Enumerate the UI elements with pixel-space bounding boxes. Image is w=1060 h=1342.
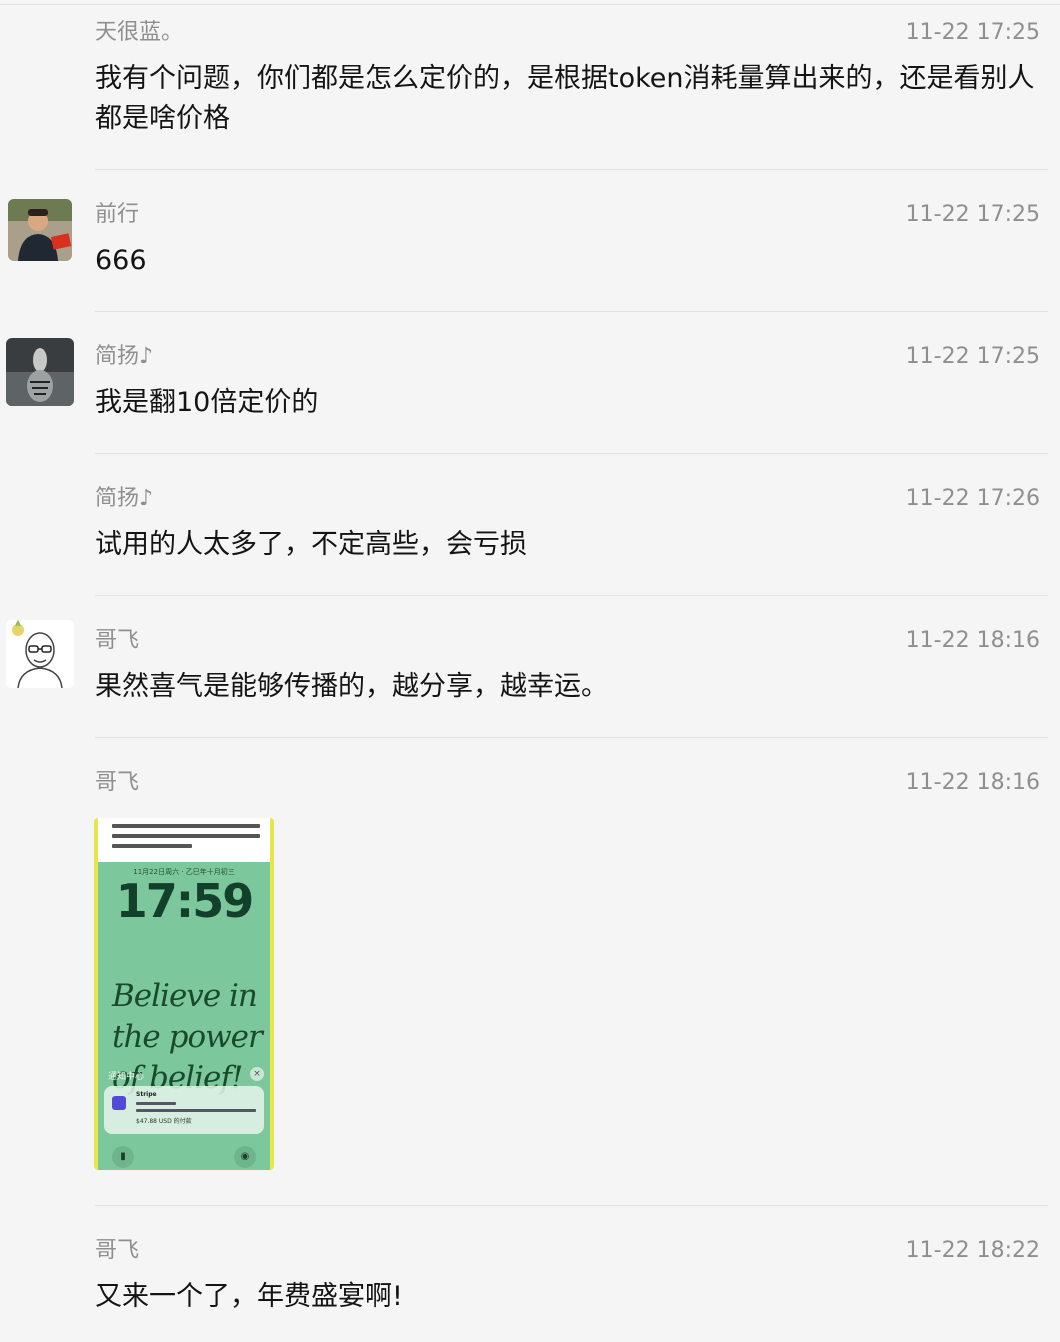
camera-icon: ◉ [234,1146,256,1168]
person-avatar-icon [8,199,72,261]
message-text: 果然喜气是能够传播的，越分享，越幸运。 [95,671,608,702]
bald-man-glasses-avatar-icon [6,620,74,688]
message-text: 666 [95,245,147,276]
message-time: 11-22 17:25 [905,344,1040,369]
message-divider [95,1205,1048,1206]
message-text: 试用的人太多了，不定高些，会亏损 [95,529,527,560]
message-time: 11-22 18:16 [905,628,1040,653]
lockscreen: 11月22日周六 · 乙巳年十月初三 17:59 Believe in the … [98,862,270,1170]
flashlight-icon: ▮ [112,1146,134,1168]
top-divider [0,4,1060,5]
sender-name[interactable]: 哥飞 [95,628,139,654]
message-time: 11-22 17:25 [905,20,1040,45]
message-divider [95,453,1048,454]
sender-name[interactable]: 哥飞 [95,770,139,796]
sender-name[interactable]: 前行 [95,202,139,228]
message-time: 11-22 18:16 [905,770,1040,795]
avatar[interactable] [8,199,72,261]
message-text: 我是翻10倍定价的 [95,387,319,418]
message-divider [95,595,1048,596]
notification-center-label: 通知中心 [108,1072,145,1082]
lockscreen-clock: 17:59 [115,874,254,928]
message-divider [95,737,1048,738]
message-text: 又来一个了，年费盛宴啊! [95,1281,403,1312]
message-time: 11-22 18:22 [905,1238,1040,1263]
close-icon: × [250,1067,264,1081]
message-time: 11-22 17:26 [905,486,1040,511]
sender-name[interactable]: 天很蓝。 [95,20,183,46]
message-time: 11-22 17:25 [905,202,1040,227]
stripe-app-icon [112,1096,126,1110]
sender-name[interactable]: 简扬♪ [95,486,153,512]
shared-image-caption-area [98,818,270,862]
notification-card: Stripe $47.88 USD 的付款 [104,1086,264,1134]
avatar[interactable] [6,620,74,688]
shared-image-thumbnail[interactable]: 11月22日周六 · 乙巳年十月初三 17:59 Believe in the … [94,818,274,1170]
cat-tiger-reflection-avatar-icon [6,338,74,406]
sender-name[interactable]: 简扬♪ [95,344,153,370]
sender-name[interactable]: 哥飞 [95,1238,139,1264]
notification-app-name: Stripe [136,1091,157,1098]
message-text: 我有个问题，你们都是怎么定价的，是根据token消耗量算出来的，还是看别人都是啥… [95,63,1035,134]
notification-amount: $47.88 USD 的付款 [136,1118,192,1125]
message-divider [95,169,1048,170]
message-divider [95,311,1048,312]
avatar[interactable] [6,338,74,406]
